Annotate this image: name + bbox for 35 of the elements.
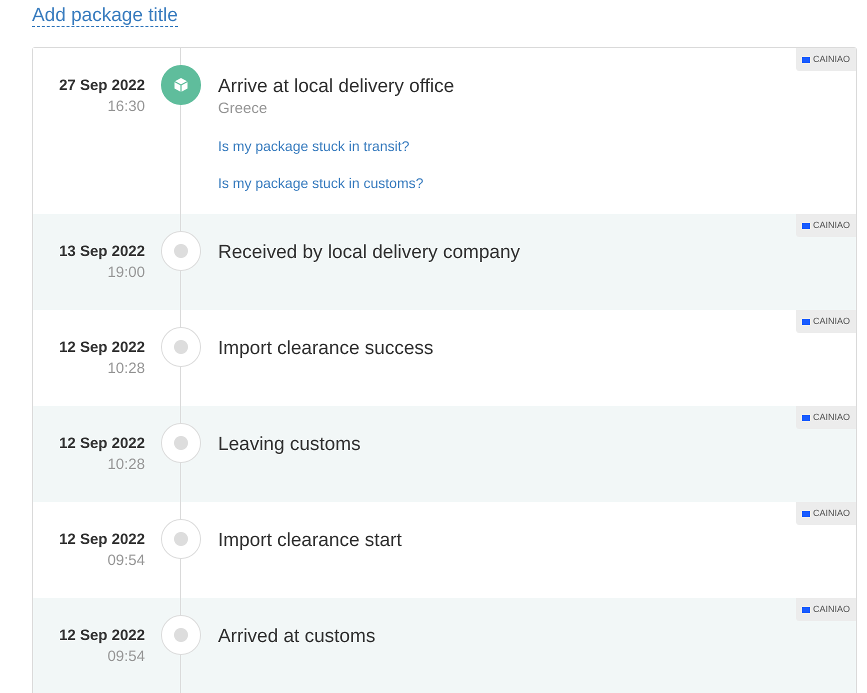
event-time: 16:30	[106, 97, 145, 117]
event-status: Received by local delivery company	[218, 241, 520, 265]
event-status: Arrive at local delivery office	[218, 75, 454, 99]
help-link[interactable]: Is my package stuck in transit?	[218, 136, 454, 156]
carrier-name: CAINIAO	[812, 218, 850, 232]
carrier-logo-icon	[802, 56, 810, 62]
event-location: Greece	[218, 99, 268, 119]
cube-icon	[172, 77, 188, 93]
event-date: 12 Sep 2022	[58, 434, 145, 454]
event-status: Leaving customs	[218, 433, 361, 457]
carrier-logo-icon	[802, 510, 810, 516]
carrier-logo-icon	[802, 318, 810, 324]
event-time: 10:28	[106, 455, 145, 475]
event-time: 19:00	[106, 263, 145, 283]
event-status: Arrived at customs	[218, 625, 376, 649]
event-date: 12 Sep 2022	[58, 338, 145, 358]
carrier-logo-icon	[802, 606, 810, 612]
carrier-name: CAINIAO	[812, 602, 850, 616]
event-time: 09:54	[106, 551, 145, 571]
event-date: 12 Sep 2022	[58, 626, 145, 646]
event-time: 09:54	[106, 647, 145, 667]
carrier-name: CAINIAO	[812, 410, 850, 424]
event-status: Import clearance success	[218, 337, 434, 361]
event-date: 12 Sep 2022	[58, 530, 145, 550]
carrier-logo-icon	[802, 222, 810, 228]
event-status: Import clearance start	[218, 529, 402, 553]
event-date: 27 Sep 2022	[58, 76, 145, 96]
event-date: 13 Sep 2022	[58, 242, 145, 262]
carrier-name: CAINIAO	[812, 314, 850, 328]
event-time: 10:28	[106, 359, 145, 379]
carrier-name: CAINIAO	[812, 52, 850, 66]
carrier-name: CAINIAO	[812, 506, 850, 520]
carrier-logo-icon	[802, 414, 810, 420]
add-title-link[interactable]: Add package title	[32, 5, 178, 27]
help-link[interactable]: Is my package stuck in customs?	[218, 173, 454, 193]
